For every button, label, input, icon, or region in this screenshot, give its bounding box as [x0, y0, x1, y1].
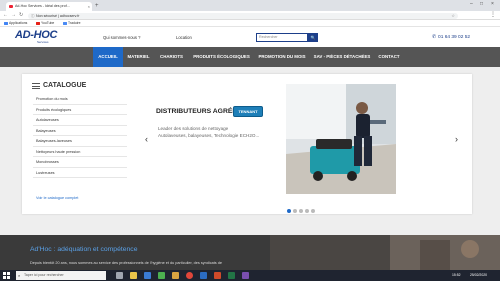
address-bar-row: ← → ↻ ⓘ Non sécurisé | adhocserv.fr ☆ ⋮ — [0, 11, 500, 20]
slide-title: DISTRIBUTEURS AGRÉES — [156, 108, 242, 115]
clock-time[interactable]: 15:52 — [452, 270, 461, 281]
link-location[interactable]: Location — [176, 35, 192, 40]
chrome-icon[interactable] — [186, 272, 193, 279]
site-search-input[interactable]: Rechercher — [256, 33, 308, 42]
maximize-icon[interactable]: □ — [480, 1, 483, 7]
site-logo[interactable]: AD-HOC Services — [15, 30, 65, 46]
favicon-icon — [9, 5, 13, 8]
browser-tab-strip: Ad-Hoc Services - Idéal des prof... × + … — [0, 0, 500, 11]
about-section: Ad'Hoc : adéquation et compétence Depuis… — [0, 235, 500, 270]
windows-start-icon[interactable] — [3, 272, 10, 279]
browser-menu-icon[interactable]: ⋮ — [490, 11, 496, 20]
slider-dot[interactable] — [311, 209, 315, 213]
slider-dots — [287, 200, 317, 213]
bookmark-apps[interactable]: Applications — [4, 20, 27, 27]
site-header: AD-HOC Services Qui sommes-nous ? Locati… — [0, 27, 500, 47]
bookmark-youtube[interactable]: YouTube — [36, 20, 54, 27]
slider-prev-icon[interactable]: ‹ — [145, 134, 148, 144]
about-text: Depuis bientôt 20 ans, nous sommes au se… — [30, 261, 222, 265]
phone-number[interactable]: ✆ 01 64 39 02 52 — [432, 35, 470, 40]
address-text: Non sécurisé | adhocserv.fr — [36, 13, 80, 18]
catalogue-title: CATALOGUE — [43, 82, 87, 89]
back-icon[interactable]: ← — [3, 12, 8, 19]
excel-icon[interactable] — [228, 272, 235, 279]
slider-dot[interactable] — [287, 209, 291, 213]
catalogue-item[interactable]: Lustreuses — [33, 168, 127, 178]
nav-contact[interactable]: CONTACT — [374, 47, 404, 67]
catalogue-item[interactable]: Balayeuses-laveuses — [33, 136, 127, 147]
nav-accueil[interactable]: ACCUEIL — [93, 47, 123, 67]
slide-description: Leader des solutions de nettoyage Autola… — [158, 126, 260, 138]
catalogue-item[interactable]: Balayeuses — [33, 126, 127, 136]
about-image — [270, 235, 500, 270]
catalogue-item[interactable]: Promotion du mois — [33, 94, 127, 105]
catalogue-list: Promotion du mois Produits écologiques A… — [33, 94, 127, 178]
link-about[interactable]: Qui sommes-nous ? — [103, 35, 140, 40]
bookmark-star-icon[interactable]: ☆ — [451, 13, 455, 19]
forward-icon[interactable]: → — [11, 12, 16, 19]
new-tab-button[interactable]: + — [95, 2, 99, 11]
close-window-icon[interactable]: × — [491, 1, 494, 7]
catalogue-item[interactable]: Produits écologiques — [33, 105, 127, 115]
search-icon: 🔍 — [310, 35, 316, 40]
bookmark-translate[interactable]: Traduire — [63, 20, 81, 27]
nav-promotion[interactable]: PROMOTION DU MOIS — [254, 47, 310, 67]
minimize-icon[interactable]: – — [470, 1, 473, 7]
powerpoint-icon[interactable] — [214, 272, 221, 279]
catalogue-item[interactable]: Monobrosses — [33, 157, 127, 168]
edge-icon[interactable] — [144, 272, 151, 279]
slider-dot[interactable] — [293, 209, 297, 213]
slide-image — [286, 84, 396, 194]
reload-icon[interactable]: ↻ — [19, 12, 23, 19]
youtube-icon — [36, 21, 40, 25]
phone-icon: ✆ — [432, 35, 437, 40]
task-view-icon[interactable] — [116, 272, 123, 279]
address-input[interactable]: ⓘ Non sécurisé | adhocserv.fr ☆ — [28, 12, 458, 19]
nav-produits-ecologiques[interactable]: PRODUITS ÉCOLOGIQUES — [189, 47, 254, 67]
bookmarks-bar: Applications YouTube Traduire — [0, 20, 500, 27]
clock-date[interactable]: 25/02/2020 — [470, 270, 487, 281]
slider-dot[interactable] — [299, 209, 303, 213]
store-icon[interactable] — [158, 272, 165, 279]
file-explorer-icon[interactable] — [130, 272, 137, 279]
taskbar-search-input[interactable]: ⌕ Taper ici pour rechercher — [16, 271, 106, 280]
nav-materiel[interactable]: MATERIEL — [123, 47, 154, 67]
main-nav: ACCUEIL MATERIEL CHARIOTS PRODUITS ÉCOLO… — [0, 47, 500, 67]
mail-icon[interactable] — [172, 272, 179, 279]
apps-icon — [4, 21, 8, 25]
slider-dot[interactable] — [305, 209, 309, 213]
catalogue-more-link[interactable]: Voir le catalogue complet — [36, 196, 78, 200]
close-tab-icon[interactable]: × — [88, 2, 90, 11]
browser-tab[interactable]: Ad-Hoc Services - Idéal des prof... × — [6, 2, 92, 11]
nav-chariots[interactable]: CHARIOTS — [154, 47, 189, 67]
menu-icon[interactable] — [32, 83, 40, 89]
logo-subtitle: Services — [37, 40, 49, 44]
app-icon[interactable] — [242, 272, 249, 279]
tab-title: Ad-Hoc Services - Idéal des prof... — [15, 4, 70, 8]
search-icon: ⌕ — [18, 273, 21, 278]
info-icon[interactable]: ⓘ — [31, 13, 35, 19]
brand-logo: TENNANT — [233, 106, 263, 117]
search-button[interactable]: 🔍 — [308, 33, 318, 42]
catalogue-item[interactable]: Nettoyeurs haute pression — [33, 147, 127, 157]
windows-taskbar: ⌕ Taper ici pour rechercher 15:52 25/02/… — [0, 270, 500, 281]
translate-icon — [63, 21, 67, 25]
nav-sav[interactable]: SAV - PIÈCES DÉTACHÉES — [310, 47, 374, 67]
about-title: Ad'Hoc : adéquation et compétence — [30, 246, 138, 253]
catalogue-item[interactable]: Autolaveuses — [33, 115, 127, 126]
word-icon[interactable] — [200, 272, 207, 279]
slider-next-icon[interactable]: › — [455, 134, 458, 144]
